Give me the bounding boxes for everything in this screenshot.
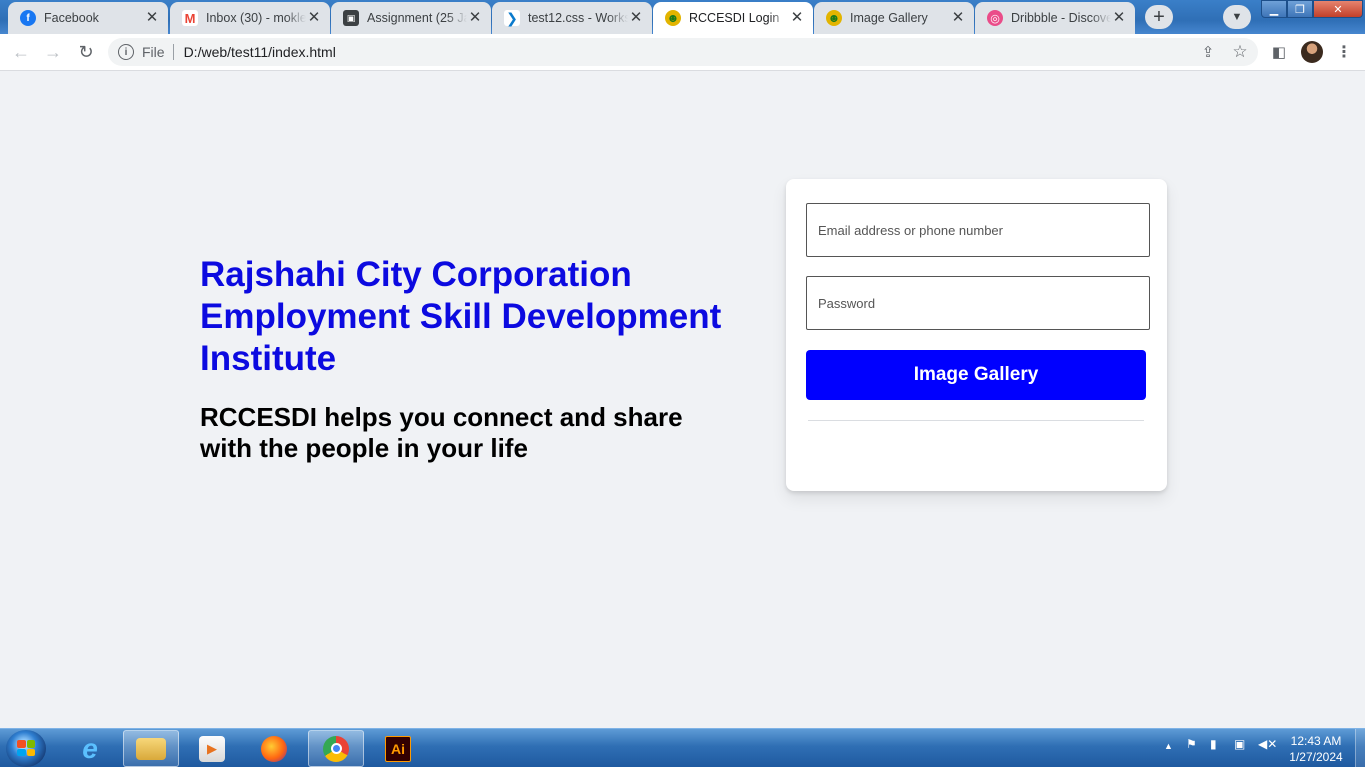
taskbar-internet-explorer[interactable]: e: [62, 730, 118, 767]
browser-toolbar: ← → ↻ i File D:/web/test11/index.html ⇪ …: [0, 34, 1365, 71]
close-icon: ✕: [1333, 3, 1343, 16]
browser-tab-strip: f Facebook ✕ M Inbox (30) - mokle ✕ ▣ As…: [0, 0, 1365, 34]
tab-search-button[interactable]: ▼: [1223, 5, 1251, 29]
show-desktop-button[interactable]: [1355, 729, 1365, 767]
tab-image-gallery[interactable]: ☻ Image Gallery ✕: [814, 2, 974, 34]
chevron-down-icon: ▼: [1231, 11, 1243, 23]
close-icon[interactable]: ✕: [789, 10, 805, 26]
minimize-icon: ▁: [1269, 3, 1279, 16]
media-player-icon: ▶: [199, 735, 225, 762]
new-tab-button[interactable]: +: [1145, 5, 1173, 29]
share-button[interactable]: ⇪: [1196, 40, 1220, 64]
tab-gmail[interactable]: M Inbox (30) - mokle ✕: [170, 2, 330, 34]
hero-section: Rajshahi City Corporation Employment Ski…: [200, 254, 760, 464]
tab-title: Image Gallery: [850, 11, 928, 25]
classroom-icon: ▣: [343, 10, 359, 26]
tab-title: test12.css - Works: [528, 11, 628, 25]
penguin-icon: ☻: [665, 10, 681, 26]
window-close-button[interactable]: ✕: [1313, 0, 1363, 18]
page-title: Rajshahi City Corporation Employment Ski…: [200, 255, 722, 378]
taskbar-firefox[interactable]: [246, 730, 302, 767]
plus-icon: +: [1153, 5, 1165, 28]
arrow-left-icon: ←: [12, 41, 30, 62]
firefox-icon: [261, 735, 287, 762]
window-restore-button[interactable]: ❐: [1287, 0, 1313, 18]
facebook-icon: f: [20, 10, 36, 26]
chevron-up-icon: ▲: [1164, 741, 1173, 751]
window-minimize-button[interactable]: ▁: [1261, 0, 1287, 18]
more-vert-icon: ⋮: [1336, 44, 1352, 61]
clock-date: 1/27/2024: [1289, 750, 1343, 764]
tab-title: Facebook: [44, 11, 99, 25]
divider: [808, 420, 1144, 421]
url-scheme: File: [142, 44, 165, 60]
vscode-icon: ❯: [504, 10, 520, 26]
profile-avatar[interactable]: [1301, 41, 1323, 63]
internet-explorer-icon: e: [82, 732, 98, 764]
clock-time: 12:43 AM: [1290, 734, 1342, 748]
network-icon[interactable]: ▣: [1234, 737, 1245, 751]
close-icon[interactable]: ✕: [467, 10, 483, 26]
email-field[interactable]: [806, 203, 1150, 257]
tab-title: RCCESDI Login: [689, 11, 780, 25]
volume-muted-icon[interactable]: ◀✕: [1258, 737, 1277, 751]
side-panel-icon: ◧: [1271, 44, 1287, 61]
tab-dribbble[interactable]: ◎ Dribbble - Discove ✕: [975, 2, 1135, 34]
reload-icon: ↻: [78, 41, 94, 62]
close-icon[interactable]: ✕: [628, 10, 644, 26]
page-tagline: RCCESDI helps you connect and share with…: [200, 402, 683, 463]
power-icon[interactable]: ▮: [1210, 737, 1217, 751]
star-icon: ☆: [1232, 42, 1248, 61]
tab-title: Assignment (25 Ja: [367, 11, 467, 25]
divider: [172, 44, 174, 60]
tab-rccesdi-login[interactable]: ☻ RCCESDI Login ✕: [653, 2, 813, 34]
close-icon[interactable]: ✕: [1111, 10, 1127, 26]
chrome-icon: [323, 735, 349, 762]
password-field[interactable]: [806, 276, 1150, 330]
taskbar-clock[interactable]: 12:43 AM 1/27/2024: [1281, 733, 1351, 765]
info-icon[interactable]: i: [118, 44, 134, 60]
start-button[interactable]: [6, 730, 46, 767]
windows-logo-icon: [17, 740, 35, 756]
action-center-icon[interactable]: ⚑: [1186, 737, 1197, 751]
forward-button[interactable]: →: [41, 40, 65, 64]
arrow-right-icon: →: [44, 41, 62, 62]
menu-button[interactable]: ⋮: [1332, 40, 1356, 64]
illustrator-icon: Ai: [385, 735, 411, 762]
side-panel-button[interactable]: ◧: [1267, 40, 1291, 64]
restore-icon: ❐: [1295, 3, 1305, 16]
back-button[interactable]: ←: [9, 40, 33, 64]
url-text[interactable]: D:/web/test11/index.html: [184, 44, 336, 60]
taskbar-file-explorer[interactable]: [123, 730, 179, 767]
taskbar-chrome[interactable]: [308, 730, 364, 767]
file-explorer-icon: [136, 737, 166, 760]
close-icon[interactable]: ✕: [144, 10, 160, 26]
bookmark-button[interactable]: ☆: [1228, 40, 1252, 64]
windows-taskbar: e ▶ Ai ▲ ⚑ ▮ ▣ ◀✕ 12:43 AM 1/27/2024: [0, 728, 1365, 767]
taskbar-illustrator[interactable]: Ai: [370, 730, 426, 767]
close-icon[interactable]: ✕: [950, 10, 966, 26]
tray-overflow-button[interactable]: ▲: [1164, 741, 1173, 751]
tab-classroom[interactable]: ▣ Assignment (25 Ja ✕: [331, 2, 491, 34]
dribbble-icon: ◎: [987, 10, 1003, 26]
tab-vscode[interactable]: ❯ test12.css - Works ✕: [492, 2, 652, 34]
share-icon: ⇪: [1201, 44, 1215, 61]
image-gallery-button[interactable]: Image Gallery: [806, 350, 1146, 400]
login-card: Image Gallery: [786, 179, 1167, 491]
tab-facebook[interactable]: f Facebook ✕: [8, 2, 168, 34]
tab-title: Dribbble - Discove: [1011, 11, 1111, 25]
taskbar-media-player[interactable]: ▶: [184, 730, 240, 767]
address-bar[interactable]: i File D:/web/test11/index.html: [108, 38, 1258, 66]
page-content: Rajshahi City Corporation Employment Ski…: [0, 71, 1365, 728]
tab-title: Inbox (30) - mokle: [206, 11, 306, 25]
penguin-icon: ☻: [826, 10, 842, 26]
reload-button[interactable]: ↻: [74, 40, 98, 64]
close-icon[interactable]: ✕: [306, 10, 322, 26]
gmail-icon: M: [182, 10, 198, 26]
